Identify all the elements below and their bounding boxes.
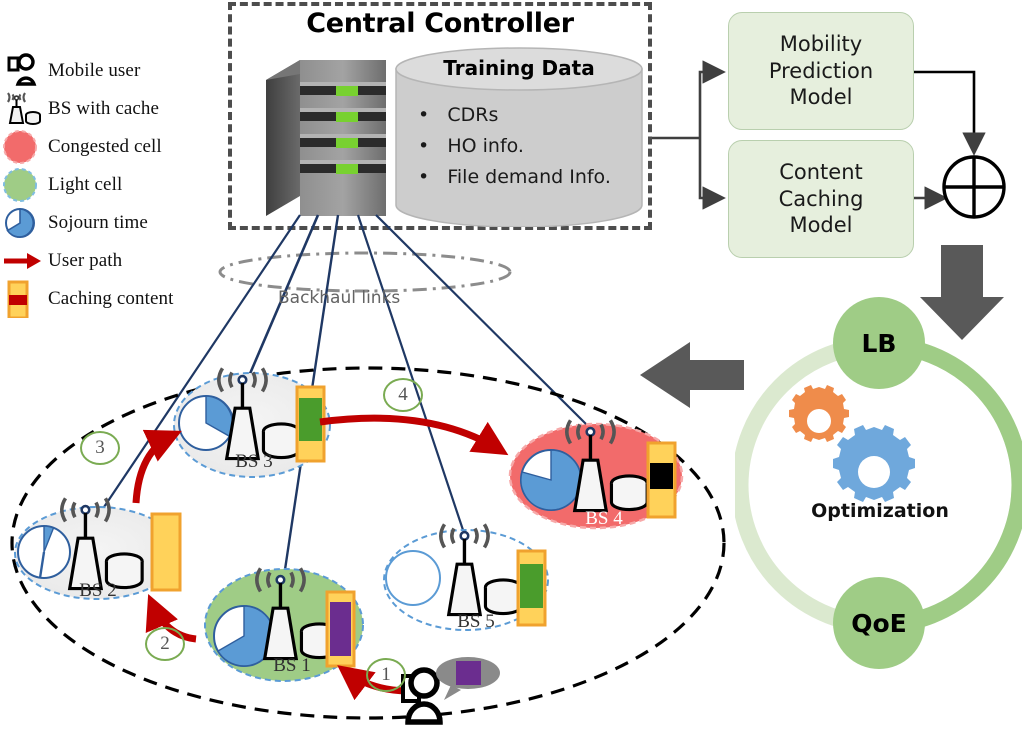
sojourn-time-icon-bs3	[178, 395, 234, 451]
controller-to-models-connector	[652, 60, 726, 210]
step-number: 3	[95, 437, 105, 458]
step-marker-1: 1	[366, 658, 406, 692]
sojourn-time-icon-bs5	[385, 550, 441, 606]
down-arrow-icon	[920, 245, 1004, 340]
left-arrow-icon	[640, 342, 744, 408]
sojourn-time-icon-bs2	[17, 525, 71, 579]
diagram-canvas: Mobile user BS with cache Congested cell…	[0, 0, 1022, 730]
step-number: 2	[160, 633, 170, 654]
sojourn-time-icon-bs4	[520, 449, 582, 511]
user-path-arrow-step3	[132, 429, 182, 504]
backhaul-ellipse	[218, 251, 512, 293]
mobile-user-icon-network	[401, 667, 443, 725]
backhaul-links-label: Backhaul links	[278, 288, 401, 308]
user-path-arrow-step4	[319, 414, 509, 456]
bs2-label: BS 2	[79, 580, 117, 601]
step-marker-2: 2	[145, 627, 185, 661]
step-number: 1	[381, 664, 391, 685]
step-number: 4	[398, 384, 408, 405]
bs3-label: BS 3	[235, 451, 273, 472]
step-marker-4: 4	[383, 378, 423, 412]
speech-bubble-icon	[436, 657, 500, 700]
cache-bar-bs5	[516, 549, 547, 627]
step-marker-3: 3	[80, 431, 120, 465]
bs5-label: BS 5	[457, 611, 495, 632]
cache-bar-bs3	[295, 385, 326, 463]
bs1-label: BS 1	[273, 655, 311, 676]
bs4-label: BS 4	[585, 508, 623, 529]
cache-bar-bs2	[150, 512, 182, 592]
cache-bar-bs4	[646, 441, 677, 519]
circled-plus-icon	[942, 155, 1006, 219]
